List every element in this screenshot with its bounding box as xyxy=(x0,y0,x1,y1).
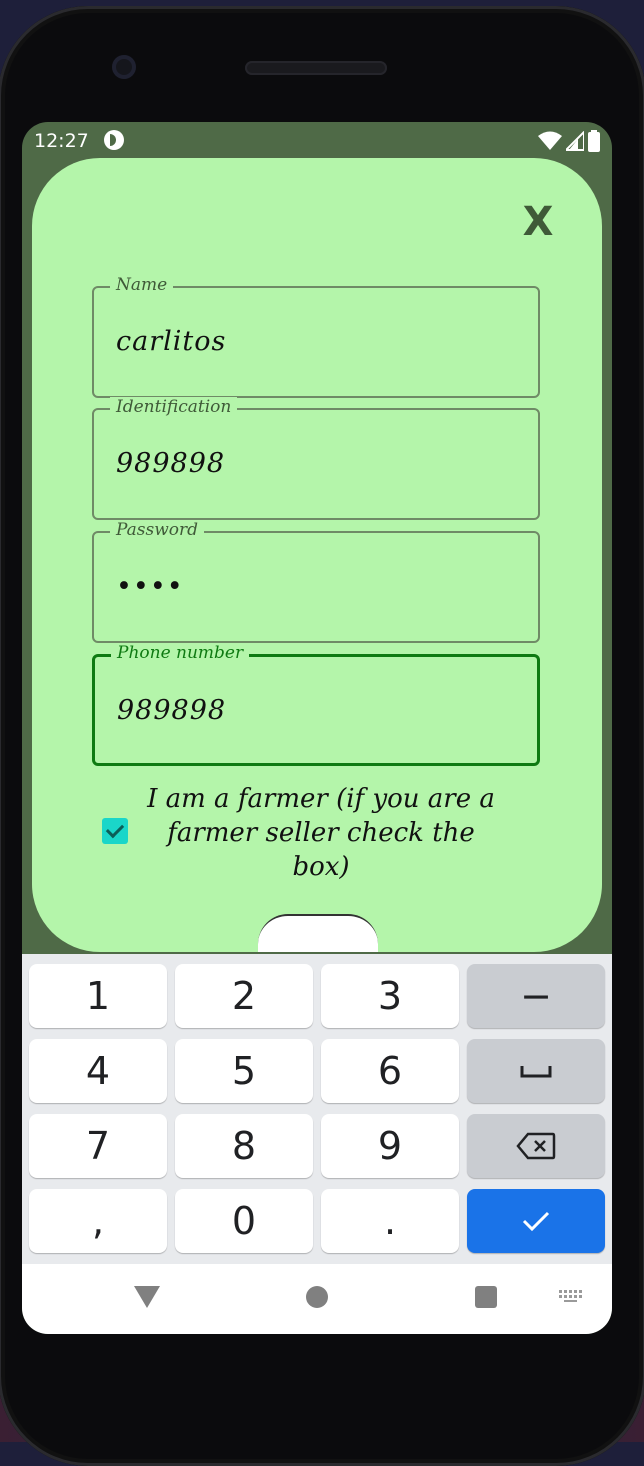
name-field[interactable]: Name carlitos xyxy=(92,275,540,398)
key-space[interactable] xyxy=(467,1039,605,1103)
key-9[interactable]: 9 xyxy=(321,1114,459,1178)
key-done[interactable] xyxy=(467,1189,605,1253)
wifi-icon xyxy=(538,131,562,150)
key-3[interactable]: 3 xyxy=(321,964,459,1028)
name-field-label: Name xyxy=(110,275,174,295)
front-camera xyxy=(112,55,136,79)
battery-icon xyxy=(588,130,600,152)
key-period[interactable]: . xyxy=(321,1189,459,1253)
name-field-value: carlitos xyxy=(116,326,227,357)
close-button[interactable]: X xyxy=(518,198,558,246)
farmer-checkbox[interactable] xyxy=(102,818,128,844)
key-4[interactable]: 4 xyxy=(29,1039,167,1103)
status-bar: 12:27 xyxy=(22,122,612,158)
key-2[interactable]: 2 xyxy=(175,964,313,1028)
app-notification-icon xyxy=(104,130,124,150)
earpiece-speaker xyxy=(245,61,387,75)
checkmark-icon xyxy=(522,1211,550,1232)
key-6[interactable]: 6 xyxy=(321,1039,459,1103)
password-field-label: Password xyxy=(110,520,205,540)
status-icons xyxy=(538,130,600,152)
phone-number-field-label: Phone number xyxy=(111,643,250,663)
key-1[interactable]: 1 xyxy=(29,964,167,1028)
identification-field-label: Identification xyxy=(110,397,238,417)
password-field-value: •••• xyxy=(116,571,184,602)
keyboard-icon[interactable] xyxy=(559,1290,583,1304)
key-comma[interactable]: , xyxy=(29,1189,167,1253)
space-icon xyxy=(520,1066,552,1078)
key-8[interactable]: 8 xyxy=(175,1114,313,1178)
key-backspace[interactable] xyxy=(467,1114,605,1178)
home-circle-icon[interactable] xyxy=(306,1286,328,1308)
key-5[interactable]: 5 xyxy=(175,1039,313,1103)
submit-button[interactable] xyxy=(258,914,378,952)
key-7[interactable]: 7 xyxy=(29,1114,167,1178)
farmer-checkbox-label: I am a farmer (if you are a farmer selle… xyxy=(147,784,495,882)
status-time: 12:27 xyxy=(34,130,89,152)
key-0[interactable]: 0 xyxy=(175,1189,313,1253)
signal-icon xyxy=(566,131,584,151)
navigation-bar xyxy=(22,1264,612,1334)
identification-field[interactable]: Identification 989898 xyxy=(92,397,540,520)
phone-number-field[interactable]: Phone number 989898 xyxy=(92,643,540,766)
recents-square-icon[interactable] xyxy=(475,1286,497,1308)
phone-number-field-value: 989898 xyxy=(117,695,227,726)
identification-field-value: 989898 xyxy=(116,448,226,479)
device-screen: 12:27 X Name carlitos Identification 989… xyxy=(22,122,612,1334)
key-minus[interactable]: − xyxy=(467,964,605,1028)
password-field[interactable]: Password •••• xyxy=(92,520,540,643)
numeric-keyboard: 1 2 3 − 4 5 6 7 8 9 , 0 . xyxy=(22,954,612,1264)
registration-dialog: X Name carlitos Identification 989898 Pa… xyxy=(32,158,602,952)
backspace-icon xyxy=(516,1132,556,1160)
back-triangle-icon[interactable] xyxy=(134,1286,160,1308)
